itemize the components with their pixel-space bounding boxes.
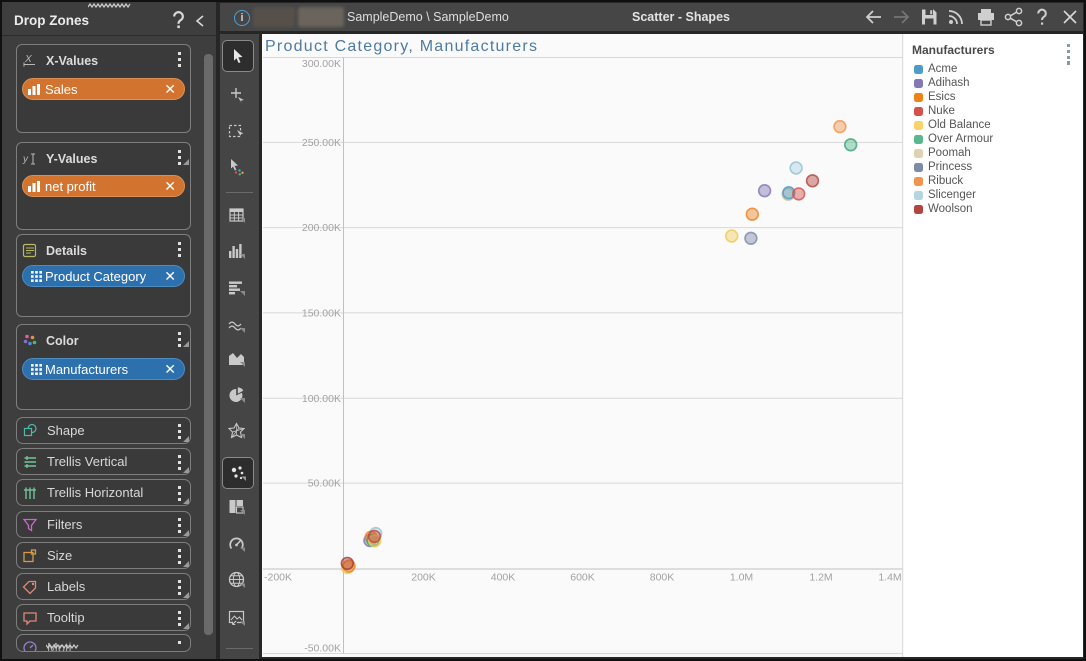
svg-text:y: y	[22, 154, 29, 165]
svg-text:600K: 600K	[570, 572, 595, 584]
svg-text:200.00K: 200.00K	[302, 222, 341, 234]
svg-text:800K: 800K	[650, 572, 675, 584]
svg-text:200K: 200K	[411, 572, 436, 584]
svg-text:300.00K: 300.00K	[302, 58, 341, 70]
svg-text:1.0M: 1.0M	[730, 572, 753, 584]
svg-text:-50.00K: -50.00K	[304, 643, 341, 655]
svg-text:150.00K: 150.00K	[302, 308, 341, 320]
svg-text:50.00K: 50.00K	[308, 478, 341, 490]
svg-text:1.2M: 1.2M	[809, 572, 832, 584]
svg-text:250.00K: 250.00K	[302, 137, 341, 149]
svg-text:X: X	[24, 54, 32, 65]
svg-text:1.4M: 1.4M	[878, 572, 901, 584]
svg-text:-200K: -200K	[264, 572, 292, 584]
svg-text:400K: 400K	[491, 572, 516, 584]
svg-text:100.00K: 100.00K	[302, 393, 341, 405]
